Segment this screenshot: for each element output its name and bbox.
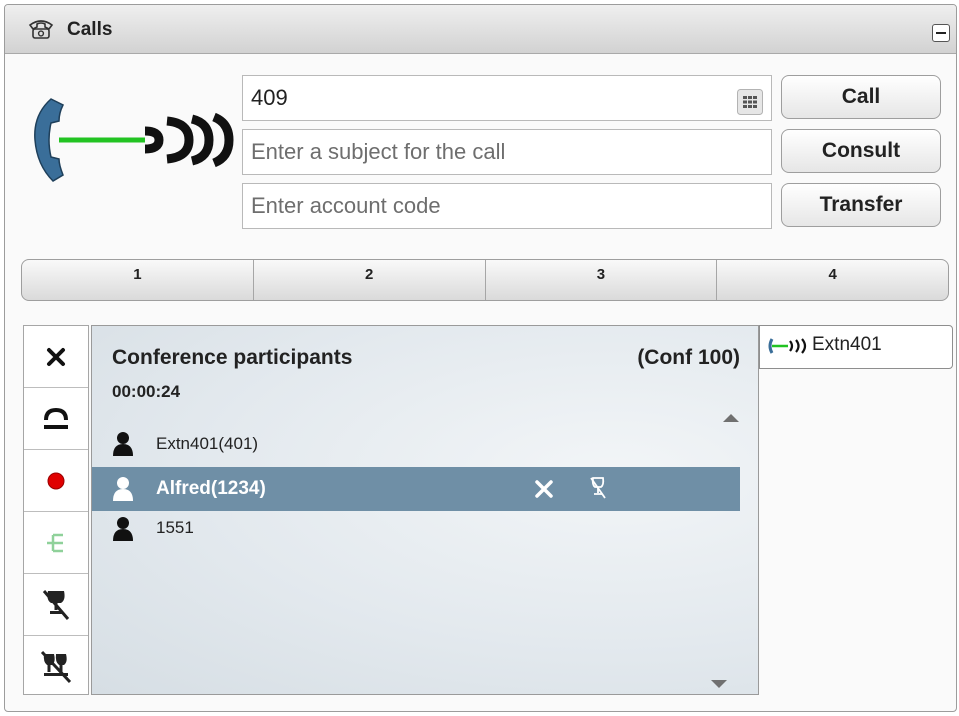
consult-button[interactable]: Consult xyxy=(781,129,941,173)
title-bar: Calls xyxy=(5,5,956,54)
call-timer: 00:00:24 xyxy=(112,382,181,401)
scroll-down-icon[interactable] xyxy=(710,676,728,694)
tab-2[interactable]: 2 xyxy=(254,260,486,300)
keypad-grid-icon[interactable] xyxy=(737,89,763,115)
participant-row-selected[interactable]: Alfred(1234) xyxy=(92,467,740,511)
calls-panel: Calls Call Consult Transfer 1 2 3 xyxy=(4,4,957,712)
window-title: Calls xyxy=(67,19,113,40)
mute-icon[interactable] xyxy=(24,574,88,636)
call-button[interactable]: Call xyxy=(781,75,941,119)
connected-call-label: Extn401 xyxy=(812,334,882,355)
minimize-icon[interactable] xyxy=(932,24,950,42)
connected-call-icon xyxy=(768,337,810,360)
tab-3[interactable]: 3 xyxy=(486,260,718,300)
tab-4[interactable]: 4 xyxy=(717,260,948,300)
conference-title: Conference participants xyxy=(112,346,353,369)
mute-participant-icon[interactable] xyxy=(588,476,608,507)
hold-icon[interactable] xyxy=(24,388,88,450)
participant-row[interactable]: 1551 xyxy=(92,512,740,556)
subject-input[interactable] xyxy=(242,129,772,175)
participant-name: Alfred(1234) xyxy=(156,478,266,499)
active-call-icon xyxy=(29,93,239,192)
conference-panel: Conference participants (Conf 100) 00:00… xyxy=(91,325,759,695)
tab-1[interactable]: 1 xyxy=(22,260,254,300)
conference-tree-icon xyxy=(24,512,88,574)
connected-call-item[interactable]: Extn401 xyxy=(759,325,953,369)
conference-id: (Conf 100) xyxy=(637,346,740,369)
transfer-button[interactable]: Transfer xyxy=(781,183,941,227)
account-code-input[interactable] xyxy=(242,183,772,229)
person-icon xyxy=(112,516,134,547)
call-toolbar xyxy=(23,325,89,695)
participant-name: 1551 xyxy=(156,518,194,537)
telephone-icon xyxy=(27,17,55,46)
number-input[interactable] xyxy=(242,75,772,121)
drop-call-icon[interactable] xyxy=(24,326,88,388)
call-tabs: 1 2 3 4 xyxy=(21,259,949,301)
record-icon[interactable] xyxy=(24,450,88,512)
person-icon xyxy=(112,431,134,462)
mute-all-icon[interactable] xyxy=(24,636,88,697)
participant-name: Extn401(401) xyxy=(156,434,259,453)
remove-participant-icon[interactable] xyxy=(534,479,554,504)
participant-row[interactable]: Extn401(401) xyxy=(92,422,740,466)
person-icon xyxy=(112,476,134,507)
